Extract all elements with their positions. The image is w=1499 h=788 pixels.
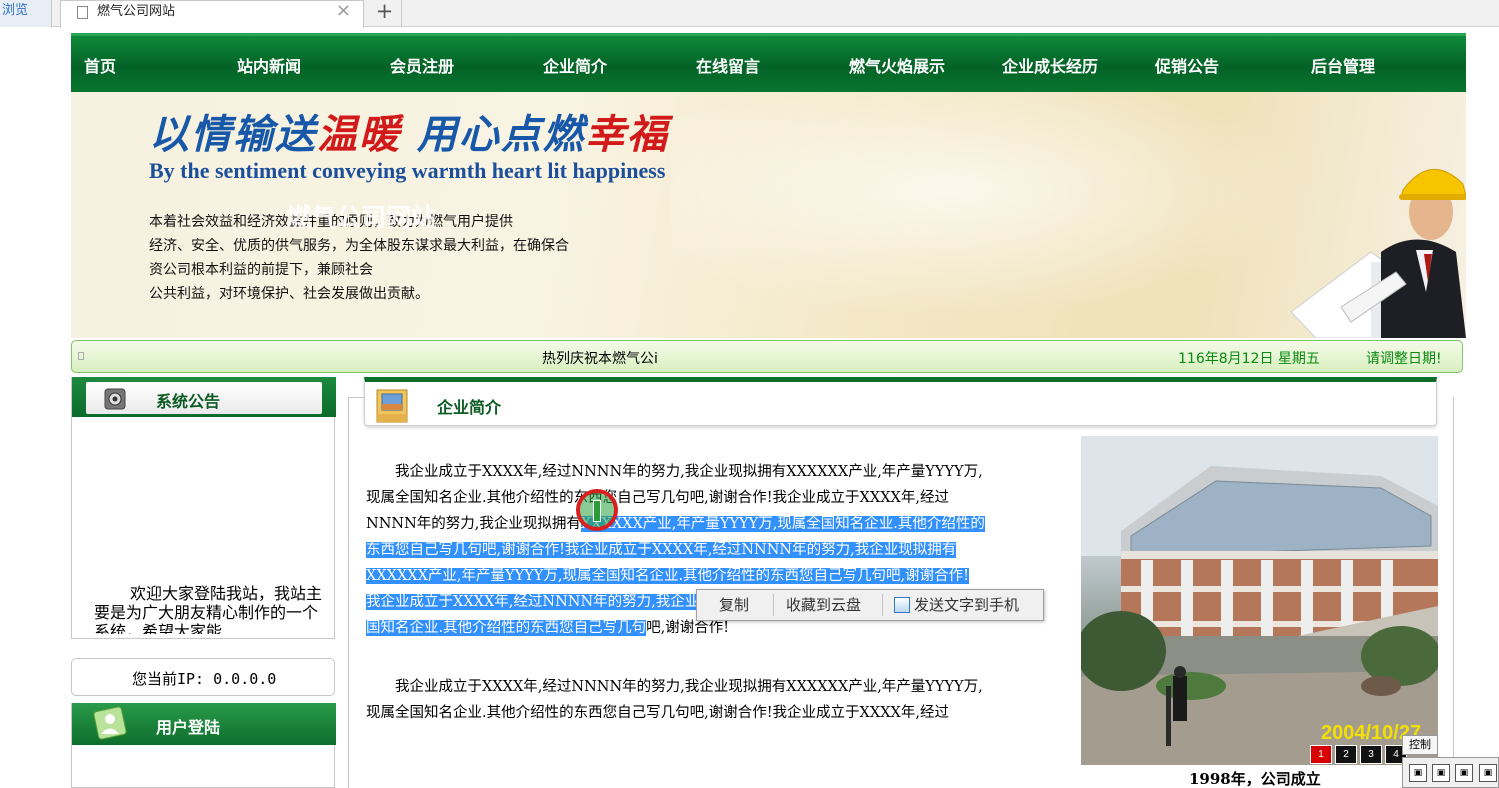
control-widget-label: 控制 — [1402, 735, 1438, 755]
main-nav: 首页 站内新闻 会员注册 企业简介 在线留言 燃气火焰展示 企业成长经历 促销公… — [71, 33, 1466, 92]
selected-text: XXXXXX产业,年产量YYYY万,现属全国知名企业.其他介绍性的 — [580, 516, 985, 532]
selected-text: XXXXXX产业,年产量YYYY万,现属全国知名企业.其他介绍性的东西您自己写几… — [366, 568, 969, 584]
browse-tab[interactable]: 浏览 — [0, 0, 52, 27]
selected-text: 东西您自己写几句吧,谢谢合作!我企业成立于XXXX年,经过NNNN年的努力,我企… — [366, 542, 957, 558]
banner-desc-line: 公共利益，对环境保护、社会发展做出贡献。 — [149, 286, 429, 302]
tab-title: 燃气公司网站 — [97, 4, 176, 19]
menu-divider — [882, 594, 883, 616]
login-header: 用户登陆 — [72, 703, 336, 745]
slogan-part-3: 用心点燃 — [401, 111, 585, 158]
slide-page-2[interactable]: 2 — [1335, 745, 1357, 764]
photo-caption: 1998年，公司成立 — [1189, 770, 1321, 788]
control-button-3[interactable]: ▣ — [1455, 764, 1473, 782]
text-line: NNNN年的努力,我企业现拟拥有XXXXXX产业,年产量YYYY万,现属全国知名… — [366, 516, 985, 532]
slogan-part-4: 幸福 — [584, 111, 669, 158]
announcement-title: 系统公告 — [156, 392, 221, 411]
nav-site-news[interactable]: 站内新闻 — [237, 53, 301, 77]
menu-divider — [773, 594, 774, 616]
slogan-part-2: 温暖 — [317, 111, 401, 158]
nav-flame-showcase[interactable]: 燃气火焰展示 — [849, 53, 945, 77]
marquee-marker-icon — [78, 352, 84, 360]
control-button-4[interactable]: ▣ — [1479, 764, 1497, 782]
nav-online-message[interactable]: 在线留言 — [696, 53, 760, 77]
close-icon[interactable]: × — [336, 1, 351, 21]
text-line: 东西您自己写几句吧,谢谢合作!我企业成立于XXXX年,经过NNNN年的努力,我企… — [366, 537, 1056, 563]
slide-page-1[interactable]: 1 — [1310, 745, 1332, 764]
company-intro-header: 企业简介 — [364, 377, 1437, 426]
current-date: 116年8月12日 星期五 — [1178, 351, 1320, 367]
browser-tab-strip: 浏览 燃气公司网站 × + — [0, 0, 1499, 28]
adjust-date-notice: 请调整日期! — [1366, 351, 1442, 367]
nav-company-growth[interactable]: 企业成长经历 — [1002, 53, 1098, 77]
content-frame-left — [348, 397, 349, 788]
text-line: 现属全国知名企业.其他介绍性的东西您自己写几句吧,谢谢合作!我企业成立于XXXX… — [366, 490, 949, 506]
content-frame-top — [348, 397, 364, 398]
announcement-header: 系统公告 — [72, 377, 336, 417]
page-icon — [77, 6, 88, 19]
nav-company-intro[interactable]: 企业简介 — [543, 53, 607, 77]
ip-info-box: 您当前IP: 0.0.0.0 — [71, 658, 335, 696]
nav-member-register[interactable]: 会员注册 — [390, 53, 454, 77]
intro-paragraph-2[interactable]: 我企业成立于XXXX年,经过NNNN年的努力,我企业现拟拥有XXXXXX产业,年… — [366, 674, 1056, 726]
send-to-phone-icon — [894, 597, 910, 613]
control-widget-panel: ▣ ▣ ▣ ▣ — [1402, 757, 1499, 788]
new-tab-button[interactable]: + — [368, 0, 402, 27]
announcement-marquee: 热列庆祝本燃气公i 116年8月12日 星期五 请调整日期! — [71, 340, 1463, 373]
selection-context-menu: 复制 收藏到云盘 发送文字到手机 — [696, 589, 1044, 621]
active-tab[interactable]: 燃气公司网站 × — [60, 0, 364, 28]
nav-admin[interactable]: 后台管理 — [1311, 53, 1375, 77]
company-photo-slideshow[interactable]: 2004/10/27 1 2 3 4 — [1081, 436, 1438, 765]
selected-text: 国知名企业.其他介绍性的东西您自己写几句 — [366, 620, 647, 636]
banner-slogan-english: By the sentiment conveying warmth heart … — [149, 158, 666, 183]
nav-promotions[interactable]: 促销公告 — [1155, 53, 1219, 77]
control-button-1[interactable]: ▣ — [1409, 764, 1427, 782]
system-announcement-panel: 系统公告 欢迎大家登陆我站，我站主要是为广大朋友精心制作的一个系统，希望大家能 — [71, 377, 336, 639]
banner-slogan: 以情输送温暖 用心点燃幸福 — [149, 102, 669, 160]
speaker-icon — [104, 388, 126, 410]
nav-home[interactable]: 首页 — [84, 53, 116, 77]
text-cursor-icon — [593, 500, 601, 522]
banner-desc-line: 资公司根本利益的前提下，兼顾社会 — [149, 262, 373, 278]
user-login-icon — [93, 706, 127, 740]
text-line: 现属全国知名企业.其他介绍性的东西您自己写几句吧,谢谢合作!我企业成立于XXXX… — [366, 705, 949, 721]
save-to-cloud-button[interactable]: 收藏到云盘 — [786, 590, 861, 620]
text-line: 我企业成立于XXXX年,经过NNNN年的努力,我企业现拟拥有XXXXXX产业,年… — [366, 464, 983, 480]
current-ip: 您当前IP: 0.0.0.0 — [132, 670, 277, 688]
slide-page-3[interactable]: 3 — [1360, 745, 1382, 764]
folder-icon — [376, 389, 408, 423]
control-button-2[interactable]: ▣ — [1432, 764, 1450, 782]
slogan-part-1: 以情输送 — [149, 111, 317, 158]
marquee-text: 热列庆祝本燃气公i — [542, 351, 658, 367]
content-frame-right — [1453, 397, 1454, 788]
login-title: 用户登陆 — [156, 718, 221, 737]
engineer-illustration — [1290, 169, 1466, 338]
content-title: 企业简介 — [437, 398, 502, 417]
page-root: 浏览 燃气公司网站 × + 首页 站内新闻 会员注册 企业简介 在线留言 燃气火… — [0, 0, 1499, 788]
text-line: 我企业成立于XXXX年,经过NNNN年的努力,我企业现拟拥有XXXXXX产业,年… — [366, 679, 983, 695]
banner-desc-line: 经济、安全、优质的供气服务，为全体股东谋求最大利益，在确保合 — [149, 238, 569, 254]
send-to-phone-button[interactable]: 发送文字到手机 — [914, 590, 1019, 620]
announcement-body: 欢迎大家登陆我站，我站主要是为广大朋友精心制作的一个系统，希望大家能 — [94, 584, 323, 634]
user-login-panel: 用户登陆 — [71, 703, 336, 788]
banner-ghost-title: 燃气公司网站 — [286, 203, 437, 232]
building-photo — [1081, 436, 1438, 765]
hero-banner: 以情输送温暖 用心点燃幸福 By the sentiment conveying… — [71, 92, 1466, 338]
copy-button[interactable]: 复制 — [719, 590, 749, 620]
text-line: XXXXXX产业,年产量YYYY万,现属全国知名企业.其他介绍性的东西您自己写几… — [366, 563, 1056, 589]
